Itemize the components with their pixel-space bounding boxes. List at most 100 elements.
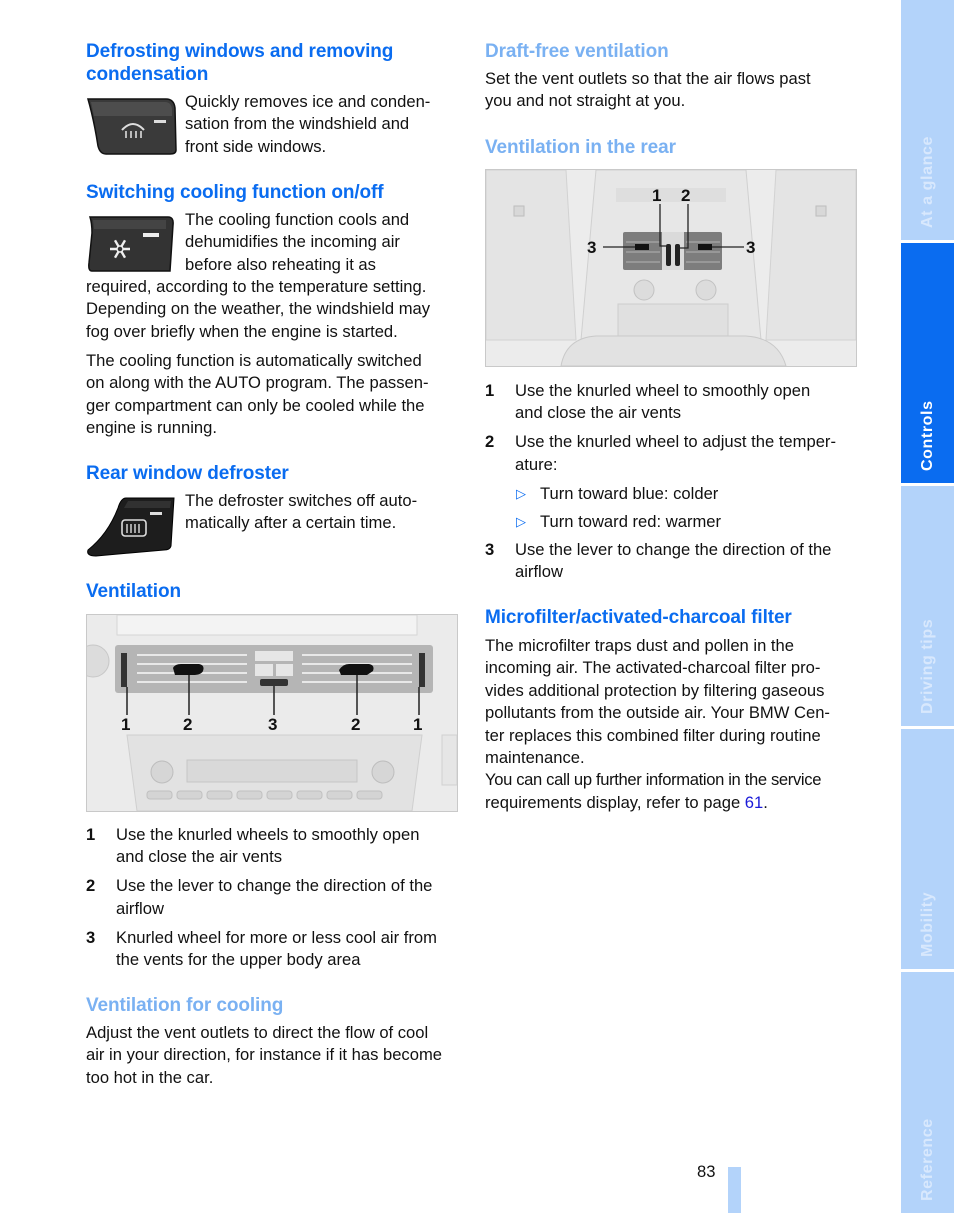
heading-line: Defrosting windows and removing (86, 41, 394, 62)
figure-callout: 1 (121, 715, 131, 734)
figure-callout: 1 (413, 715, 423, 734)
figure-callout: 2 (183, 715, 193, 734)
text-line: vides additional protection by filtering… (485, 680, 825, 700)
text-line: The microfilter traps dust and pollen in… (485, 636, 794, 655)
chapter-tabs: At a glance Controls Driving tips Mobili… (901, 0, 954, 1213)
page-reference-line: requirements display, refer to page 61. (485, 792, 865, 814)
list-item: 2 Use the lever to change the direction … (86, 875, 458, 920)
list-item: 1 Use the knurled wheels to smoothly ope… (86, 824, 458, 869)
tab-label: Controls (918, 400, 936, 471)
list-item: 3 Knurled wheel for more or less cool ai… (86, 927, 458, 972)
text-line: Turn toward blue: colder (540, 483, 719, 503)
defrost-description: Quickly removes ice and conden- sation f… (185, 91, 460, 158)
text-line: Use the lever to change the direction of… (515, 539, 832, 559)
rear-window-defrost-button-icon (86, 494, 178, 563)
figure-callout: 2 (681, 186, 691, 205)
text-line: Knurled wheel for more or less cool air … (116, 927, 437, 947)
text-line: Turn toward red: warmer (540, 511, 722, 531)
figure-callout: 1 (652, 186, 662, 205)
figure-callout: 3 (587, 238, 597, 257)
page-link[interactable]: 61 (745, 793, 763, 812)
heading-draft-free: Draft-free ventilation (485, 41, 669, 62)
text-line: incoming air. The activated-charcoal fil… (485, 658, 821, 678)
text-line: ature: (515, 454, 558, 474)
text-line: Quickly removes ice and conden- (185, 92, 431, 111)
text-line: Depending on the weather, the windshield… (86, 299, 431, 319)
heading-rear-defroster: Rear window defroster (86, 463, 289, 484)
text-line: airflow (116, 898, 164, 918)
tab-controls[interactable]: Controls (901, 243, 954, 483)
cooling-description: required, according to the temperature s… (86, 276, 466, 343)
text-line: before also reheating it as (185, 254, 376, 274)
figure-callout: 2 (351, 715, 361, 734)
text-line: too hot in the car. (86, 1067, 214, 1087)
text-line: Use the lever to change the direction of… (116, 876, 433, 896)
tab-driving-tips[interactable]: Driving tips (901, 486, 954, 726)
text-line: maintenance. (485, 748, 585, 768)
ventilation-cooling-text: Adjust the vent outlets to direct the fl… (86, 1022, 466, 1089)
text-line: and close the air vents (515, 403, 682, 423)
bullet-item: ▷ Turn toward red: warmer (485, 511, 857, 533)
tab-label: Reference (918, 1118, 936, 1201)
tab-label: Mobility (918, 891, 936, 957)
tab-reference[interactable]: Reference (901, 972, 954, 1213)
cooling-auto-paragraph: The cooling function is automatically sw… (86, 350, 466, 440)
text-line: dehumidifies the incoming air (185, 232, 400, 252)
text-line: fog over briefly when the engine is star… (86, 321, 398, 341)
text-line: Adjust the vent outlets to direct the fl… (86, 1023, 429, 1042)
text-line: matically after a certain time. (185, 513, 397, 533)
text-line: engine is running. (86, 418, 217, 438)
heading-line: condensation (86, 64, 209, 85)
list-item: 1 Use the knurled wheel to smoothly open… (485, 380, 857, 425)
heading-rear-ventilation: Ventilation in the rear (485, 137, 676, 158)
text-span: . (763, 792, 768, 812)
figure-callout: 3 (746, 238, 756, 257)
item-number: 2 (86, 876, 96, 896)
text-line: front side windows. (185, 136, 327, 156)
item-number: 1 (485, 381, 495, 400)
page-number: 83 (697, 1162, 716, 1181)
text-span: requirements display, refer to page (485, 792, 745, 812)
text-line: air in your direction, for instance if i… (86, 1045, 443, 1065)
rear-vent-legend-list: 1 Use the knurled wheel to smoothly open… (485, 380, 857, 590)
figure-callout: 3 (268, 715, 278, 734)
text-line: pollutants from the outside air. Your BM… (485, 703, 830, 723)
heading-defrosting: Defrosting windows and removing condensa… (86, 40, 393, 86)
text-line: The cooling function is automatically sw… (86, 351, 422, 370)
heading-ventilation-cooling: Ventilation for cooling (86, 995, 284, 1016)
heading-microfilter: Microfilter/activated-charcoal filter (485, 607, 792, 628)
text-line: the vents for the upper body area (116, 950, 361, 970)
list-item: 3 Use the lever to change the direction … (485, 539, 857, 584)
text-line: Set the vent outlets so that the air flo… (485, 69, 811, 88)
triangle-bullet-icon: ▷ (516, 485, 526, 501)
tab-label: At a glance (918, 136, 936, 228)
front-vents-figure: 1 2 3 2 1 (86, 614, 458, 812)
page-marker-bar (728, 1167, 741, 1213)
ventilation-legend-list: 1 Use the knurled wheels to smoothly ope… (86, 824, 458, 978)
text-line: required, according to the temperature s… (86, 277, 427, 296)
heading-ventilation: Ventilation (86, 581, 181, 602)
tab-mobility[interactable]: Mobility (901, 729, 954, 969)
microfilter-text: The microfilter traps dust and pollen in… (485, 635, 865, 814)
tab-label: Driving tips (918, 618, 936, 714)
rear-vents-figure: 1 2 3 3 (485, 169, 857, 367)
text-line: Use the knurled wheels to smoothly open (116, 825, 420, 844)
text-line: ger compartment can only be cooled while… (86, 395, 425, 415)
text-line: You can call up further information in t… (485, 770, 822, 790)
text-line: Use the knurled wheel to adjust the temp… (515, 432, 836, 452)
heading-cooling: Switching cooling function on/off (86, 182, 384, 203)
text-line: ter replaces this combined filter during… (485, 725, 821, 745)
item-number: 3 (86, 927, 96, 947)
triangle-bullet-icon: ▷ (516, 513, 526, 529)
snowflake-button-icon (86, 213, 176, 280)
item-number: 3 (485, 539, 495, 559)
text-line: Use the knurled wheel to smoothly open (515, 381, 811, 400)
text-line: and close the air vents (116, 847, 283, 867)
windshield-defrost-button-icon (86, 96, 178, 161)
cooling-description-beside: The cooling function cools and dehumidif… (185, 209, 460, 276)
text-line: you and not straight at you. (485, 91, 686, 111)
text-line: airflow (515, 562, 563, 582)
item-number: 1 (86, 825, 96, 844)
tab-at-a-glance[interactable]: At a glance (901, 0, 954, 240)
item-number: 2 (485, 432, 495, 452)
